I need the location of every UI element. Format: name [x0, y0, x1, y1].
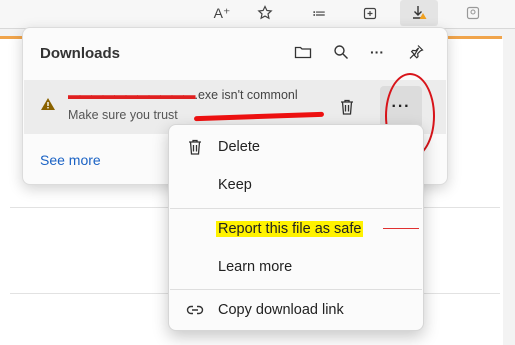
favorites-bar-button[interactable]: ≔ — [304, 0, 334, 26]
star-icon — [257, 5, 273, 20]
trash-icon — [186, 138, 204, 156]
link-icon — [186, 301, 204, 319]
see-more-link[interactable]: See more — [40, 152, 101, 168]
menu-item-keep[interactable]: Keep — [169, 170, 423, 200]
downloads-button[interactable] — [400, 0, 438, 26]
annotation-highlight: Report this file as safe — [216, 221, 364, 237]
delete-download-button[interactable] — [334, 94, 360, 120]
annotation-underline — [383, 228, 419, 229]
pin-icon — [409, 45, 424, 59]
pin-button[interactable] — [404, 40, 428, 64]
profile-button[interactable] — [458, 0, 488, 26]
menu-separator — [170, 208, 422, 209]
downloads-title: Downloads — [40, 45, 121, 62]
menu-item-label: Keep — [218, 177, 252, 193]
search-icon — [334, 45, 348, 59]
menu-item-report-safe[interactable]: Report this file as safe — [169, 214, 423, 244]
trash-icon — [341, 99, 353, 115]
menu-item-delete[interactable]: Delete — [169, 132, 423, 162]
favorites-button[interactable] — [250, 0, 280, 26]
profile-icon — [466, 6, 480, 20]
menu-item-label: Learn more — [218, 259, 293, 275]
ellipsis-icon: ··· — [370, 44, 384, 60]
menu-item-label: Report this file as safe — [216, 221, 364, 237]
menu-item-label: Copy download link — [218, 302, 344, 318]
more-options-button[interactable]: ··· — [365, 40, 389, 64]
download-context-menu: Delete Keep Report this file as safe Lea… — [168, 124, 424, 331]
download-icon — [413, 6, 427, 19]
redaction-mark: ▬▬▬▬▬▬▬▬▬▬▬ — [68, 88, 195, 102]
search-downloads-button[interactable] — [329, 40, 353, 64]
menu-separator — [170, 289, 422, 290]
browser-toolbar: A⁺ ≔ — [0, 0, 515, 29]
folder-icon — [294, 46, 312, 59]
menu-item-learn-more[interactable]: Learn more — [169, 252, 423, 282]
read-aloud-button[interactable]: A⁺ — [205, 0, 239, 26]
open-folder-button[interactable] — [291, 40, 315, 64]
menu-item-copy-link[interactable]: Copy download link — [169, 295, 423, 325]
warning-icon — [41, 98, 55, 110]
download-filename: ▬▬▬▬▬▬▬▬▬▬▬.exe isn't commonl — [68, 88, 298, 102]
menu-item-label: Delete — [218, 139, 260, 155]
collections-button[interactable] — [355, 0, 385, 26]
collections-icon — [363, 7, 377, 20]
